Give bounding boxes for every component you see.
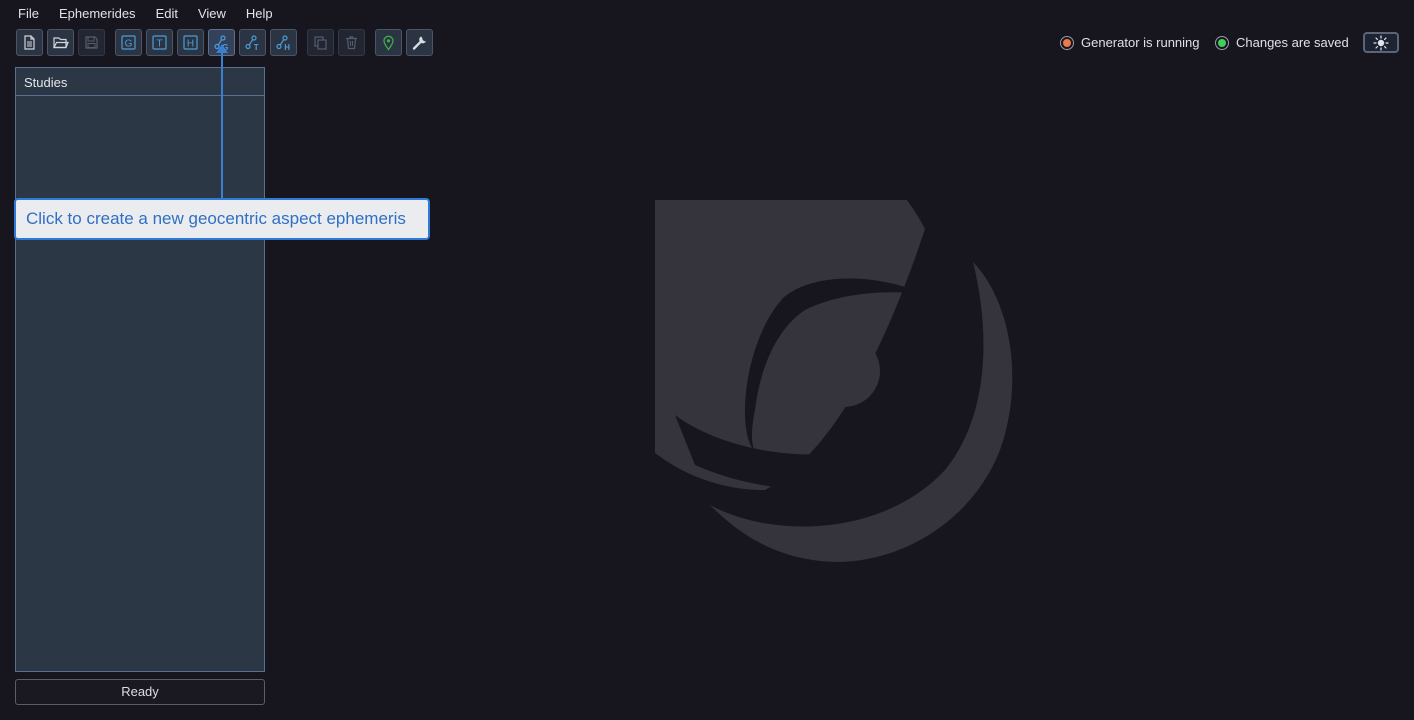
location-button[interactable] xyxy=(375,29,402,56)
letter-g-icon: G xyxy=(121,35,136,50)
theme-toggle-button[interactable] xyxy=(1363,32,1399,53)
save-file-button[interactable] xyxy=(78,29,105,56)
settings-button[interactable] xyxy=(406,29,433,56)
menu-file[interactable]: File xyxy=(8,4,49,24)
app-logo-watermark xyxy=(655,200,1013,562)
new-topocentric-ephemeris-button[interactable]: T xyxy=(146,29,173,56)
save-status-text: Changes are saved xyxy=(1236,35,1349,50)
tooltip: Click to create a new geocentric aspect … xyxy=(14,198,430,240)
menu-view[interactable]: View xyxy=(188,4,236,24)
menu-help[interactable]: Help xyxy=(236,4,283,24)
status-bar: Ready xyxy=(15,679,265,705)
duplicate-button[interactable] xyxy=(307,29,334,56)
generator-status-text: Generator is running xyxy=(1081,35,1200,50)
save-status-indicator xyxy=(1215,35,1229,50)
aspect-h-icon: H xyxy=(276,35,290,51)
svg-text:H: H xyxy=(187,39,194,50)
copy-icon xyxy=(314,36,327,50)
new-file-icon xyxy=(24,35,35,50)
letter-h-icon: H xyxy=(183,35,198,50)
aspect-t-icon: T xyxy=(245,35,259,51)
generator-status: Generator is running xyxy=(1060,34,1200,51)
studies-header: Studies xyxy=(16,68,264,96)
menu-edit[interactable]: Edit xyxy=(146,4,188,24)
menu-ephemerides[interactable]: Ephemerides xyxy=(49,4,146,24)
new-file-button[interactable] xyxy=(16,29,43,56)
svg-text:T: T xyxy=(254,43,259,51)
studies-panel[interactable]: Studies xyxy=(15,67,265,672)
generator-status-indicator xyxy=(1060,35,1074,50)
wrench-icon xyxy=(412,36,426,50)
letter-t-icon: T xyxy=(152,35,167,50)
trash-icon xyxy=(346,36,357,50)
new-topocentric-aspect-ephemeris-button[interactable]: T xyxy=(239,29,266,56)
tooltip-pointer-line xyxy=(221,50,223,200)
save-icon xyxy=(85,36,98,49)
svg-text:T: T xyxy=(156,39,162,50)
open-folder-icon xyxy=(53,37,69,49)
svg-text:G: G xyxy=(125,39,133,50)
save-status: Changes are saved xyxy=(1215,34,1349,51)
menu-bar: File Ephemerides Edit View Help xyxy=(8,4,283,24)
svg-text:H: H xyxy=(284,43,290,51)
new-heliocentric-ephemeris-button[interactable]: H xyxy=(177,29,204,56)
open-file-button[interactable] xyxy=(47,29,74,56)
sun-icon xyxy=(1373,34,1389,51)
delete-button[interactable] xyxy=(338,29,365,56)
new-geocentric-ephemeris-button[interactable]: G xyxy=(115,29,142,56)
map-pin-icon xyxy=(383,35,394,51)
studies-list[interactable] xyxy=(16,96,264,671)
new-heliocentric-aspect-ephemeris-button[interactable]: H xyxy=(270,29,297,56)
